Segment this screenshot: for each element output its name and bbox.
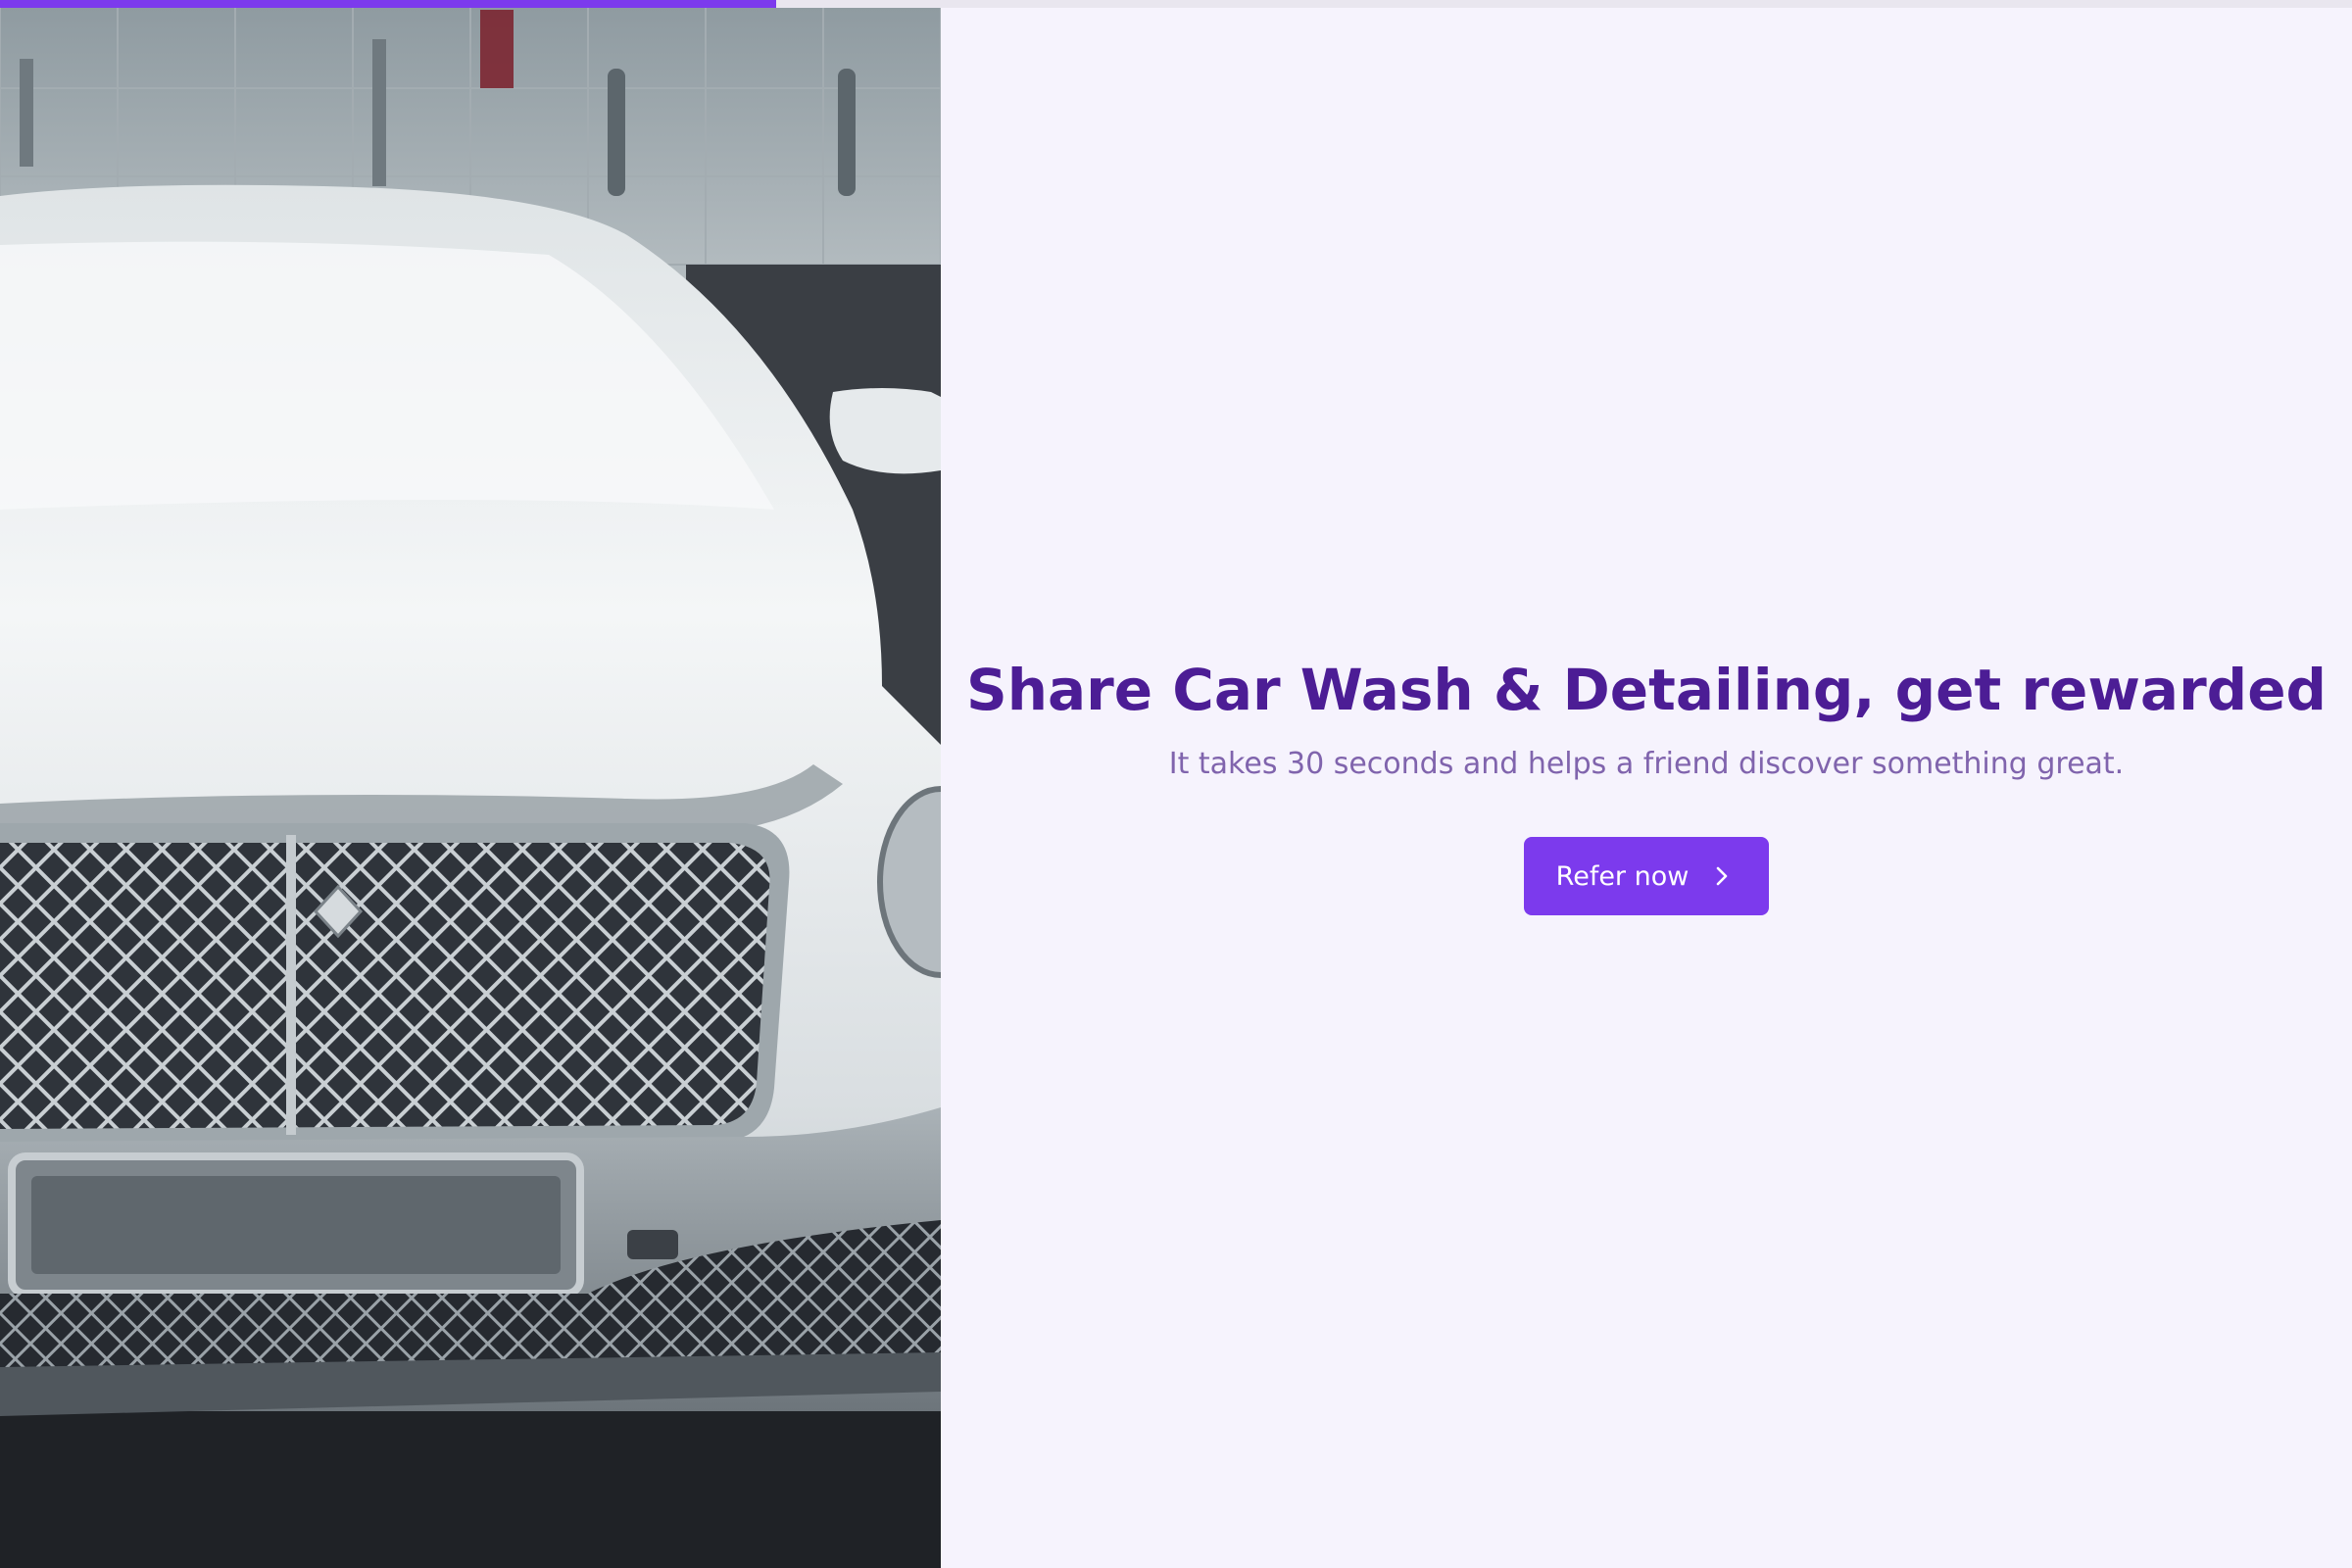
hero-image (0, 0, 941, 1568)
referral-content: Share Car Wash & Detailing, get rewarded… (941, 0, 2352, 1568)
refer-now-label: Refer now (1555, 860, 1690, 892)
referral-content-inner: Share Car Wash & Detailing, get rewarded… (941, 649, 2352, 915)
page-title: Share Car Wash & Detailing, get rewarded (965, 657, 2328, 723)
progress-bar (0, 0, 2352, 8)
page-subtitle: It takes 30 seconds and helps a friend d… (1168, 747, 2125, 781)
refer-now-button[interactable]: Refer now (1523, 837, 1770, 915)
referral-page: Share Car Wash & Detailing, get rewarded… (0, 0, 2352, 1568)
car-photo (0, 0, 941, 1568)
chevron-right-icon (1717, 866, 1728, 886)
progress-bar-fill (0, 0, 776, 8)
